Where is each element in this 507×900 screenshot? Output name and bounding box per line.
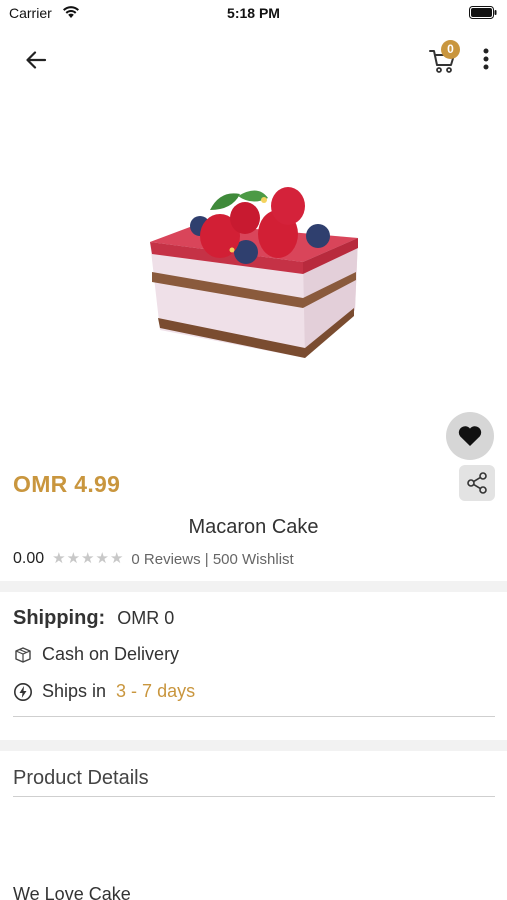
product-name: Macaron Cake [188, 516, 319, 538]
ships-in-row: Ships in 3 - 7 days [13, 681, 195, 702]
heart-icon [458, 426, 482, 446]
rating-value: 0.00 [13, 550, 45, 567]
share-button[interactable] [459, 465, 495, 501]
shipping-label: Shipping: [13, 607, 106, 629]
star-icon: ★ [52, 550, 66, 567]
cash-on-delivery-text: Cash on Delivery [42, 644, 180, 664]
lightning-icon [13, 682, 33, 702]
product-image [150, 187, 358, 358]
reviews-wishlist-count[interactable]: 0 Reviews | 500 Wishlist [131, 551, 293, 568]
divider-line [13, 796, 495, 797]
battery-icon [469, 6, 497, 19]
section-divider [0, 581, 507, 592]
status-bar: Carrier 5:18 PM [0, 0, 507, 28]
product-price: OMR 4.99 [13, 471, 121, 497]
cart-button[interactable]: 0 [424, 40, 464, 76]
shipping-row: Shipping: OMR 0 [13, 607, 174, 630]
ships-in-label: Ships in [42, 681, 107, 701]
star-icon: ★ [66, 550, 81, 567]
star-icon: ★ [109, 550, 124, 567]
cash-on-delivery-row: Cash on Delivery [13, 644, 179, 665]
divider-line [13, 716, 495, 717]
star-icon: ★ [95, 550, 109, 567]
more-vertical-icon [483, 48, 489, 70]
rating-row: 0.00 ★ ★ ★ ★ ★ 0 Reviews | 500 Wishlist [13, 549, 294, 569]
top-app-bar: 0 [0, 38, 507, 82]
section-divider [0, 740, 507, 751]
star-icon: ★ [81, 550, 95, 567]
wishlist-button[interactable] [446, 412, 494, 460]
shipping-value: OMR 0 [117, 608, 175, 628]
status-time: 5:18 PM [227, 5, 280, 21]
back-button[interactable] [18, 46, 54, 74]
product-details-heading: Product Details [13, 767, 149, 789]
back-arrow-icon [26, 51, 47, 69]
more-options-button[interactable] [476, 44, 496, 74]
product-description: We Love Cake [13, 884, 131, 900]
ships-in-days: 3 - 7 days [116, 681, 196, 701]
rating-stars: ★ ★ ★ ★ ★ [52, 551, 124, 567]
box-icon [13, 645, 33, 665]
cart-count-badge: 0 [441, 40, 460, 59]
share-icon [467, 472, 487, 494]
